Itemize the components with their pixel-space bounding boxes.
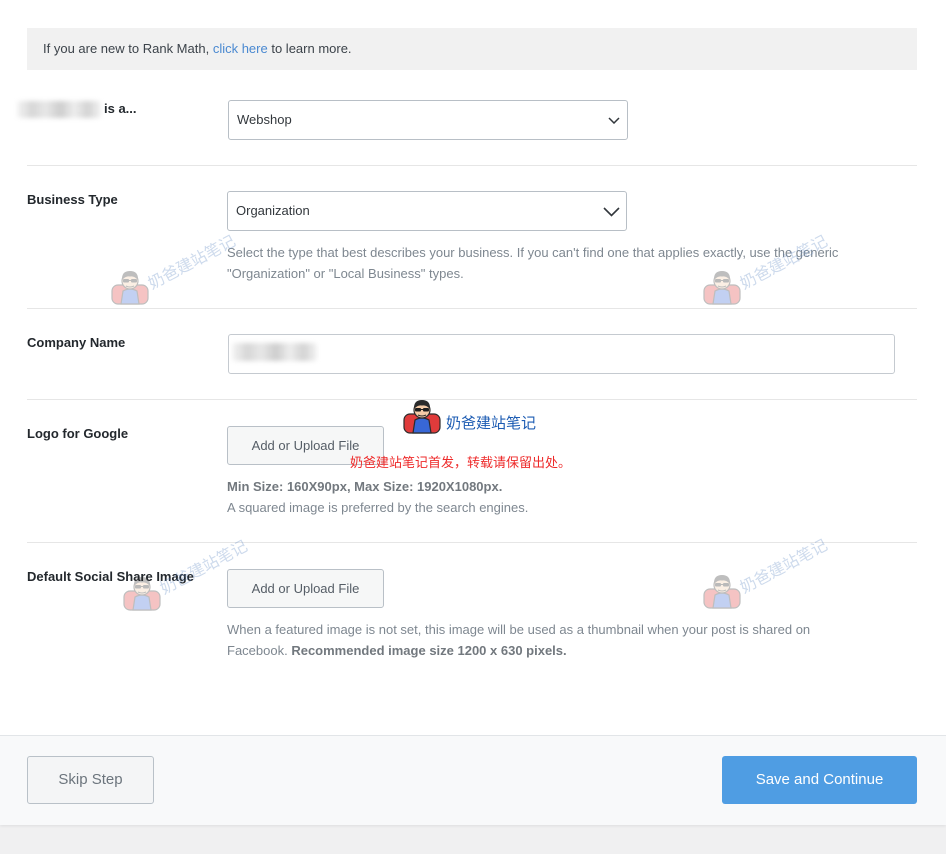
logo-description: A squared image is preferred by the sear… xyxy=(227,500,529,515)
site-type-label: is a... xyxy=(104,101,137,116)
notice-prefix: If you are new to Rank Math, xyxy=(43,41,213,56)
description-line: Facebook. xyxy=(227,643,288,658)
social-image-help: When a featured image is not set, this i… xyxy=(227,619,810,661)
logo-size-note: Min Size: 160X90px, Max Size: 1920X1080p… xyxy=(227,479,503,494)
chevron-down-icon xyxy=(603,207,620,217)
logo-label: Logo for Google xyxy=(27,426,129,441)
notice-suffix: to learn more. xyxy=(267,41,352,56)
notice-link[interactable]: click here xyxy=(213,41,268,56)
site-type-value: Webshop xyxy=(237,112,292,127)
description-line: When a featured image is not set, this i… xyxy=(227,622,811,637)
info-notice: If you are new to Rank Math, click here … xyxy=(27,28,917,70)
social-image-label: Default Social Share Image xyxy=(27,569,194,584)
blurred-company-name xyxy=(232,343,317,361)
description-line: "Organization" or "Local Business" types… xyxy=(227,266,464,281)
logo-help: Min Size: 160X90px, Max Size: 1920X1080p… xyxy=(227,476,528,518)
section-divider xyxy=(27,165,917,166)
company-name-input[interactable] xyxy=(228,334,895,374)
skip-step-button[interactable]: Skip Step xyxy=(27,756,154,804)
watermark-notice: 奶爸建站笔记首发，转载请保留出处。 xyxy=(350,455,572,470)
section-divider xyxy=(27,308,917,309)
business-type-label: Business Type xyxy=(27,192,118,207)
business-type-value: Organization xyxy=(236,203,310,218)
social-image-upload-button[interactable]: Add or Upload File xyxy=(227,569,384,608)
description-line-2: Facebook. Recommended image size 1200 x … xyxy=(227,640,810,661)
blurred-site-name xyxy=(17,101,101,118)
business-type-select[interactable]: Organization xyxy=(227,191,627,231)
company-name-label: Company Name xyxy=(27,335,126,350)
chevron-down-icon xyxy=(608,117,620,124)
section-divider xyxy=(27,542,917,543)
save-and-continue-button[interactable]: Save and Continue xyxy=(722,756,917,804)
avatar-icon xyxy=(402,395,442,435)
description-line: Select the type that best describes your… xyxy=(227,245,839,260)
watermark-brand: 奶爸建站笔记 xyxy=(446,415,537,432)
site-type-select[interactable]: Webshop xyxy=(228,100,628,140)
business-type-description: Select the type that best describes your… xyxy=(227,242,838,284)
social-image-recommendation: Recommended image size 1200 x 630 pixels… xyxy=(291,643,567,658)
section-divider xyxy=(27,399,917,400)
